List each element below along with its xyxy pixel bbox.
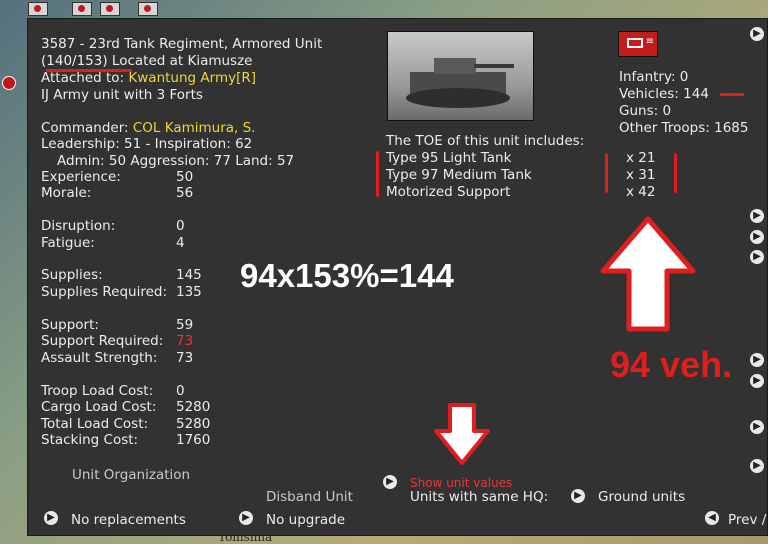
unit-location-line: (140/153) Located at Kiamusze xyxy=(41,53,252,70)
stat-value: 56 xyxy=(176,185,194,201)
up-arrow-annotation-icon xyxy=(600,216,696,332)
no-replacements-button[interactable]: No replacements xyxy=(71,512,186,529)
stat-value: 5280 xyxy=(176,416,211,432)
unit-organization-button[interactable]: Unit Organization xyxy=(72,467,190,484)
stat-label: Assault Strength: xyxy=(41,350,158,366)
stat-value: 1760 xyxy=(176,432,211,448)
stat-value: 4 xyxy=(176,235,185,251)
stat-label: Stacking Cost: xyxy=(41,432,139,448)
unit-title: 3587 - 23rd Tank Regiment, Armored Unit xyxy=(41,36,323,52)
stat-value: 145 xyxy=(176,267,202,283)
leadership-line: Leadership: 51 - Inspiration: 62 xyxy=(41,136,253,152)
arrow-right-icon[interactable]: ▶ xyxy=(750,250,764,264)
annotation-bracket xyxy=(674,153,677,193)
commander-line: Commander: COL Kamimura, S. xyxy=(41,120,255,137)
stat-label: Experience: xyxy=(41,169,121,185)
annotation-underline xyxy=(46,69,132,72)
toe-item-count: x 42 xyxy=(626,184,656,200)
annotation-bracket xyxy=(376,151,379,197)
stat-label: Cargo Load Cost: xyxy=(41,399,157,415)
stat-value: 135 xyxy=(176,284,202,300)
prev-button[interactable]: Prev / xyxy=(728,512,766,529)
annotation-vehicles: 94 veh. xyxy=(610,344,733,385)
stat-value: 5280 xyxy=(176,399,211,415)
attached-hq-link[interactable]: Kwantung Army[R] xyxy=(128,70,256,86)
unit-photo xyxy=(387,31,534,121)
arrow-right-icon[interactable]: ▶ xyxy=(44,511,58,525)
toe-item-name: Type 95 Light Tank xyxy=(386,150,512,166)
stat-label: Support Required: xyxy=(41,333,164,349)
arrow-right-icon[interactable]: ▶ xyxy=(750,27,764,41)
admin-line: Admin: 50 Aggression: 77 Land: 57 xyxy=(57,153,295,169)
arrow-right-icon[interactable]: ▶ xyxy=(750,209,764,223)
unit-display-icon xyxy=(627,38,643,48)
unit-forts: IJ Army unit with 3 Forts xyxy=(41,87,203,103)
arrow-left-icon[interactable]: ◀ xyxy=(705,511,719,525)
stat-label: Morale: xyxy=(41,185,92,201)
attached-label: Attached to: xyxy=(41,70,129,86)
stat-label: Total Load Cost: xyxy=(41,416,149,432)
stat-label: Supplies Required: xyxy=(41,284,168,300)
stat-value: 0 xyxy=(176,383,185,399)
unit-strength: (140/153) xyxy=(41,53,108,69)
unit-flag-icon[interactable] xyxy=(100,2,120,16)
arrow-right-icon[interactable]: ▶ xyxy=(239,511,253,525)
arrow-right-icon[interactable]: ▶ xyxy=(750,353,764,367)
annotation-bracket xyxy=(605,153,608,193)
ground-units-button[interactable]: Ground units xyxy=(598,489,685,506)
arrow-right-icon[interactable]: ▶ xyxy=(383,475,397,489)
toe-item-count: x 21 xyxy=(626,150,656,166)
toe-item-name: Type 97 Medium Tank xyxy=(386,167,532,183)
unit-flag-icon[interactable] xyxy=(28,2,48,16)
stat-value: 0 xyxy=(176,218,185,234)
toe-item-count: x 31 xyxy=(626,167,656,183)
commander-link[interactable]: COL Kamimura, S. xyxy=(133,120,256,136)
stat-value: 73 xyxy=(176,350,194,366)
attached-line: Attached to: Kwantung Army[R] xyxy=(41,70,256,87)
base-marker-icon[interactable] xyxy=(2,76,16,90)
stat-value: 73 xyxy=(176,333,194,349)
annotation-formula: 94x153%=144 xyxy=(240,257,454,294)
unit-flag-icon[interactable] xyxy=(138,2,158,16)
stat-label: Disruption: xyxy=(41,218,116,234)
arrow-right-icon[interactable]: ▶ xyxy=(750,420,764,434)
stat-label: Support: xyxy=(41,317,99,333)
unit-info-panel: 3587 - 23rd Tank Regiment, Armored Unit … xyxy=(27,18,768,536)
stat-label: Troop Load Cost: xyxy=(41,383,154,399)
arrow-right-icon[interactable]: ▶ xyxy=(750,374,764,388)
disband-unit-button[interactable]: Disband Unit xyxy=(266,489,353,506)
infantry-count: Infantry: 0 xyxy=(619,69,689,85)
stat-label: Supplies: xyxy=(41,267,103,283)
same-hq-label: Units with same HQ: xyxy=(410,489,549,505)
arrow-right-icon[interactable]: ▶ xyxy=(750,459,764,473)
other-troops-count: Other Troops: 1685 xyxy=(619,120,749,136)
tank-icon xyxy=(406,58,514,108)
toe-item-name: Motorized Support xyxy=(386,184,511,200)
guns-count: Guns: 0 xyxy=(619,103,672,119)
down-arrow-annotation-icon xyxy=(434,403,490,465)
arrow-right-icon[interactable]: ▶ xyxy=(571,489,585,503)
arrow-right-icon[interactable]: ▶ xyxy=(750,230,764,244)
stat-value: 59 xyxy=(176,317,194,333)
stat-value: 50 xyxy=(176,169,194,185)
toe-heading: The TOE of this unit includes: xyxy=(386,133,585,149)
annotation-underline xyxy=(720,93,744,96)
unit-flag-icon[interactable] xyxy=(72,2,92,16)
stat-label: Fatigue: xyxy=(41,235,95,251)
commander-label: Commander: xyxy=(41,120,133,136)
unit-location: Located at Kiamusze xyxy=(107,53,253,69)
unit-display-button[interactable]: ≡ xyxy=(618,31,658,57)
no-upgrade-button[interactable]: No upgrade xyxy=(266,512,345,529)
vehicles-count: Vehicles: 144 xyxy=(619,86,709,102)
